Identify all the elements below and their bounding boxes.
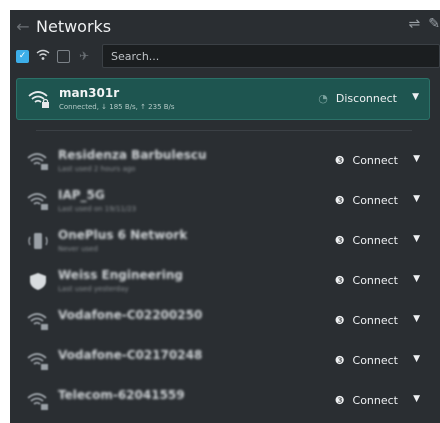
networks-window: ← Networks ⇌ ✎ ✓ ✈ man301r Connected, ↓ … [10, 10, 440, 423]
connect-button[interactable]: ❸ Connect [335, 154, 398, 167]
connect-label: Connect [352, 394, 398, 407]
network-detail: Last used 2 hours ago [58, 165, 136, 173]
search-input[interactable] [102, 44, 440, 68]
connect-label: Connect [352, 194, 398, 207]
wifi-icon [35, 49, 51, 64]
connect-label: Connect [352, 354, 398, 367]
network-item[interactable]: IAP_5G Last used on 19/11/23 ❸ Connect ▼ [16, 181, 430, 221]
connect-icon: ❸ [334, 154, 345, 167]
wifi-locked-icon [27, 393, 48, 410]
separator [36, 130, 412, 131]
network-item[interactable]: Weiss Engineering Last used yesterday ❸ Con… [16, 261, 430, 301]
network-detail: Never used [58, 245, 98, 253]
network-detail: Last used on 19/11/23 [58, 205, 137, 213]
disconnect-button[interactable]: ◔ Disconnect [318, 92, 397, 105]
network-item[interactable]: Vodafone-C02200250 ❸ Connect ▼ [16, 301, 430, 341]
network-detail: Last used yesterday [58, 285, 129, 293]
disconnect-icon: ◔ [318, 92, 328, 105]
details-menu-button[interactable]: ▼ [412, 92, 419, 102]
connect-label: Connect [352, 274, 398, 287]
window-title: Networks [36, 16, 112, 36]
network-item[interactable]: Vodafone-C02170248 ❸ Connect ▼ [16, 341, 430, 381]
connect-button[interactable]: ❸ Connect [335, 354, 398, 367]
network-name: Vodafone-C02170248 [58, 348, 203, 362]
wifi-locked-icon [27, 193, 48, 210]
connect-button[interactable]: ❸ Connect [335, 274, 398, 287]
available-networks: Residenza Barbulescu Last used 2 hours ag… [10, 141, 440, 421]
wifi-locked-icon [27, 153, 48, 170]
network-name: Telecom-62041559 [58, 388, 185, 402]
titlebar-actions: ⇌ ✎ [409, 16, 440, 32]
network-name: Vodafone-C02200250 [58, 308, 203, 322]
airplane-mode-checkbox[interactable] [57, 49, 70, 63]
network-name: Residenza Barbulescu [58, 148, 207, 162]
wifi-locked-icon [28, 91, 49, 108]
details-menu-button[interactable]: ▼ [413, 314, 420, 324]
network-item[interactable]: Residenza Barbulescu Last used 2 hours ag… [16, 141, 430, 181]
connect-button[interactable]: ❸ Connect [335, 194, 398, 207]
active-network-item[interactable]: man301r Connected, ↓ 185 B/s, ↑ 235 B/s … [16, 78, 430, 120]
connect-button[interactable]: ❸ Connect [335, 234, 398, 247]
connect-label: Connect [352, 234, 398, 247]
connect-icon: ❸ [334, 194, 345, 207]
network-name: man301r [59, 86, 120, 100]
connect-icon: ❸ [334, 234, 345, 247]
details-menu-button[interactable]: ▼ [413, 154, 420, 164]
pin-icon[interactable]: ✎ [428, 16, 440, 32]
titlebar: ← Networks ⇌ ✎ [10, 10, 440, 42]
phone-hotspot-icon [28, 233, 48, 249]
wifi-locked-icon [27, 313, 48, 330]
connect-label: Connect [352, 154, 398, 167]
wifi-locked-icon [27, 353, 48, 370]
airplane-icon: ✈ [78, 49, 90, 63]
network-list: man301r Connected, ↓ 185 B/s, ↑ 235 B/s … [10, 78, 440, 421]
back-arrow-icon[interactable]: ← [10, 17, 36, 36]
details-menu-button[interactable]: ▼ [413, 354, 420, 364]
disconnect-label: Disconnect [335, 92, 397, 105]
connect-icon: ❸ [334, 314, 345, 327]
connect-icon: ❸ [334, 354, 345, 367]
details-menu-button[interactable]: ▼ [413, 234, 420, 244]
network-item[interactable]: Telecom-62041559 ❸ Connect ▼ [16, 381, 430, 421]
network-item[interactable]: OnePlus 6 Network Never used ❸ Connect ▼ [16, 221, 430, 261]
network-name: OnePlus 6 Network [58, 228, 188, 242]
network-name: Weiss Engineering [58, 268, 183, 282]
details-menu-button[interactable]: ▼ [413, 394, 420, 404]
details-menu-button[interactable]: ▼ [413, 194, 420, 204]
wifi-toggle-checkbox[interactable]: ✓ [16, 49, 29, 63]
connect-icon: ❸ [334, 394, 345, 407]
connect-button[interactable]: ❸ Connect [335, 314, 398, 327]
network-name: IAP_5G [58, 188, 105, 202]
connect-label: Connect [352, 314, 398, 327]
connect-icon: ❸ [334, 274, 345, 287]
network-detail: Connected, ↓ 185 B/s, ↑ 235 B/s [59, 103, 175, 111]
shield-icon [30, 273, 46, 290]
configure-icon[interactable]: ⇌ [409, 16, 421, 32]
details-menu-button[interactable]: ▼ [413, 274, 420, 284]
toolbar: ✓ ✈ [10, 42, 440, 70]
connect-button[interactable]: ❸ Connect [335, 394, 398, 407]
